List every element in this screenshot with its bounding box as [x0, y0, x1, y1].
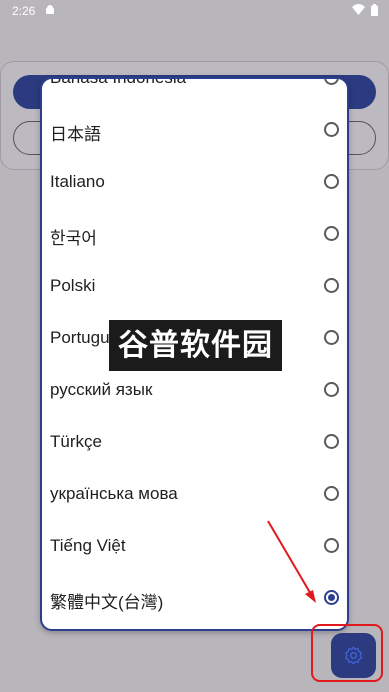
language-option-label: Bahasa Indonesia — [50, 77, 187, 87]
radio-unselected[interactable] — [324, 174, 339, 189]
language-option-label: українська мова — [50, 484, 178, 503]
battery-icon — [371, 4, 378, 16]
wifi-icon — [352, 4, 365, 15]
language-option-label: Polski — [50, 276, 96, 295]
language-option-label: 日本語 — [50, 125, 101, 144]
radio-unselected[interactable] — [324, 122, 339, 137]
language-option[interactable]: Türkçe — [42, 417, 347, 469]
radio-unselected[interactable] — [324, 434, 339, 449]
language-option-label: русский язык — [50, 380, 153, 399]
radio-unselected[interactable] — [324, 278, 339, 293]
language-option[interactable]: 한국어 — [42, 209, 347, 261]
language-option[interactable]: 日本語 — [42, 105, 347, 157]
language-option[interactable]: Polski — [42, 261, 347, 313]
language-option-label: Tiếng Việt — [50, 536, 126, 555]
language-option[interactable]: українська мова — [42, 469, 347, 521]
language-option-label: 繁體中文(台灣) — [50, 593, 164, 612]
android-robot-icon — [46, 5, 54, 14]
language-option-label: Türkçe — [50, 432, 102, 451]
annotation-highlight-box — [311, 624, 383, 682]
language-option[interactable]: Italiano — [42, 157, 347, 209]
language-option[interactable]: Bahasa Indonesia — [42, 77, 347, 105]
radio-unselected[interactable] — [324, 226, 339, 241]
language-option-label: 한국어 — [50, 229, 97, 248]
language-option-label: Italiano — [50, 172, 105, 191]
radio-unselected[interactable] — [324, 79, 339, 85]
radio-unselected[interactable] — [324, 486, 339, 501]
radio-unselected[interactable] — [324, 382, 339, 397]
status-time: 2:26 — [12, 4, 36, 18]
watermark-logo: 谷普软件园 — [109, 320, 282, 371]
radio-selected[interactable] — [324, 590, 339, 605]
language-option[interactable]: русский язык — [42, 365, 347, 417]
radio-unselected[interactable] — [324, 538, 339, 553]
language-option[interactable]: Tiếng Việt — [42, 521, 347, 573]
watermark-text: 谷普软件园 — [118, 328, 273, 363]
language-option[interactable]: 繁體中文(台灣) — [42, 573, 347, 625]
status-bar: 2:26 — [0, 0, 389, 22]
radio-unselected[interactable] — [324, 330, 339, 345]
